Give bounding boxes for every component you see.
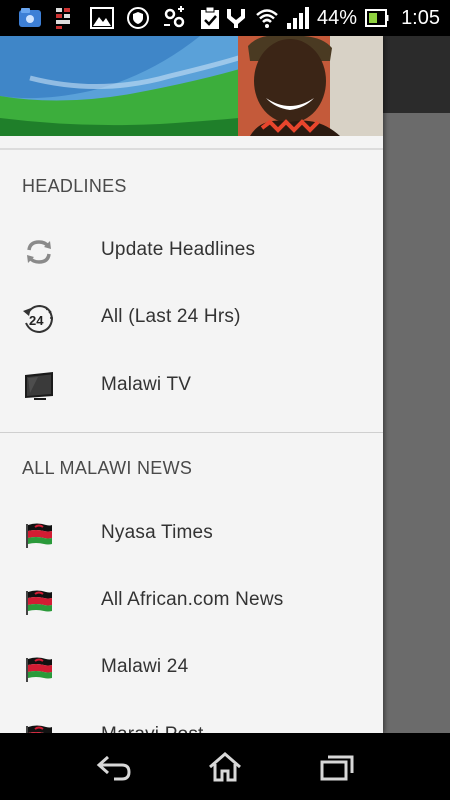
status-bar: 44% 1:05 (0, 0, 450, 36)
back-icon[interactable] (94, 751, 134, 783)
app-bar (383, 36, 450, 113)
refresh-icon (27, 240, 51, 264)
menu-item-label: Update Headlines (101, 239, 256, 260)
clipboard-check-icon (201, 6, 219, 29)
recent-apps-icon[interactable] (317, 751, 357, 783)
usb-debug-icon (227, 9, 246, 28)
menu-item-all-last-24-hrs[interactable]: 24 All (Last 24 Hrs) (0, 286, 383, 352)
malawi-flag-icon (26, 725, 52, 733)
notification-icons (18, 6, 222, 30)
app-icon (19, 8, 41, 27)
section-header-headlines: HEADLINES (22, 176, 127, 196)
menu-item-nyasa-times[interactable]: Nyasa Times (0, 502, 383, 568)
section-header-all-malawi-news: ALL MALAWI NEWS (22, 458, 193, 478)
svg-text:24: 24 (29, 313, 44, 328)
header-image (0, 36, 383, 136)
menu-item-all-african-com-news[interactable]: All African.com News (0, 569, 383, 635)
malawi-flag-icon (26, 590, 52, 615)
home-icon[interactable] (205, 751, 245, 783)
section-divider (0, 432, 383, 433)
menu-item-label: All (Last 24 Hrs) (101, 306, 241, 327)
menu-item-update-headlines[interactable]: Update Headlines (0, 219, 383, 285)
menu-item-label: Malawi TV (101, 374, 192, 395)
battery-percent: 44% (317, 7, 358, 29)
tv-icon (25, 372, 53, 400)
menu-item-malawi-tv[interactable]: Malawi TV (0, 354, 383, 420)
menu-item-malawi-24[interactable]: Malawi 24 (0, 636, 383, 702)
cell-signal-icon (287, 7, 310, 29)
header-divider (0, 148, 383, 150)
menu-item-label: Nyasa Times (101, 522, 214, 543)
navigation-drawer: HEADLINES Update Headlines 24 All (Last … (0, 36, 383, 733)
sync-icon (164, 6, 185, 28)
shield-icon (127, 7, 149, 29)
menu-item-label: Maravi Post (101, 724, 204, 733)
gallery-icon (90, 7, 114, 29)
clock: 1:05 (401, 7, 440, 29)
battery-icon (365, 9, 389, 27)
signal-app-icon (56, 8, 70, 29)
system-navigation-bar (0, 733, 450, 800)
malawi-flag-icon (26, 523, 52, 548)
24-hours-icon: 24 (23, 304, 54, 334)
malawi-flag-icon (26, 657, 52, 682)
menu-item-label: Malawi 24 (101, 656, 189, 677)
menu-item-label: All African.com News (101, 589, 284, 610)
wifi-icon (256, 9, 278, 28)
menu-item-maravi-post[interactable]: Maravi Post (0, 704, 383, 733)
system-icons: 44% 1:05 (224, 4, 440, 32)
